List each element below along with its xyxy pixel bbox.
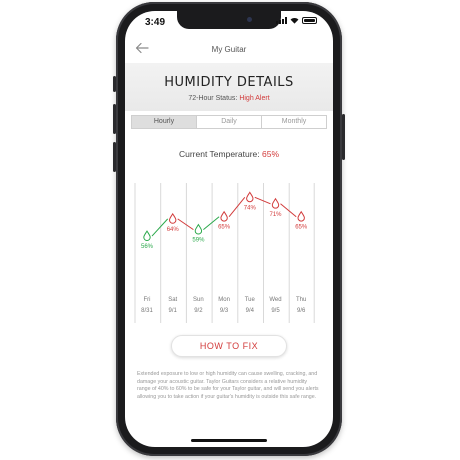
date-label: 9/2 [194, 308, 203, 314]
water-drop-icon [143, 230, 151, 241]
phone-frame: 3:49 My Guitar HUMIDITY DETAILS 72-Hour … [113, 2, 345, 456]
day-label: Thu [296, 297, 306, 303]
water-drop-icon [246, 191, 254, 203]
mute-switch [113, 76, 116, 92]
volume-down-button [113, 142, 116, 172]
day-label: Sat [168, 297, 177, 303]
home-indicator[interactable] [191, 439, 267, 442]
wifi-icon [290, 18, 299, 24]
water-drop-icon [297, 210, 305, 222]
tab-hourly[interactable]: Hourly [132, 116, 197, 128]
status-value: High Alert [239, 95, 270, 102]
day-label: Sun [193, 297, 204, 303]
data-label: 56% [141, 244, 154, 250]
data-label: 65% [295, 225, 308, 231]
status-label: 72-Hour Status: [188, 95, 238, 102]
page-title: HUMIDITY DETAILS [164, 75, 294, 90]
power-button [342, 114, 345, 160]
water-drop-icon [220, 210, 228, 222]
screen: 3:49 My Guitar HUMIDITY DETAILS 72-Hour … [125, 11, 333, 447]
period-tabs: Hourly Daily Monthly [131, 115, 327, 129]
series-segment [151, 218, 169, 237]
series-segment [177, 218, 194, 231]
data-label: 74% [244, 205, 257, 211]
date-label: 9/5 [271, 308, 280, 314]
water-drop-icon [271, 197, 280, 209]
date-label: 9/1 [169, 308, 178, 314]
water-drop-icon [168, 212, 177, 224]
description-text: Extended exposure to low or high humidit… [137, 371, 319, 400]
water-drop-icon [194, 223, 203, 235]
series-segment [228, 197, 246, 218]
current-temperature: Current Temperature: 65% [125, 149, 333, 159]
data-label: 71% [269, 212, 282, 218]
day-label: Fri [144, 297, 151, 303]
date-label: 9/3 [220, 308, 229, 314]
day-label: Tue [245, 297, 256, 303]
data-label: 65% [218, 225, 231, 231]
battery-icon [302, 17, 317, 24]
volume-up-button [113, 104, 116, 134]
day-label: Mon [218, 297, 230, 303]
tab-monthly[interactable]: Monthly [262, 116, 326, 128]
nav-title: My Guitar [211, 45, 247, 54]
current-temperature-value: 65% [262, 149, 280, 159]
date-label: 9/6 [297, 308, 306, 314]
data-label: 59% [192, 238, 205, 244]
date-label: 8/31 [141, 308, 153, 314]
status-icons [276, 17, 317, 24]
data-label: 64% [167, 227, 180, 233]
current-temperature-label: Current Temperature: [178, 149, 260, 159]
page-header: HUMIDITY DETAILS 72-Hour Status: High Al… [125, 63, 333, 111]
status-line: 72-Hour Status: High Alert [125, 95, 333, 102]
series-segment [280, 203, 297, 218]
date-label: 9/4 [246, 308, 255, 314]
series-segment [203, 216, 220, 231]
nav-bar: My Guitar [125, 37, 333, 61]
how-to-fix-button[interactable]: HOW TO FIX [171, 335, 287, 357]
status-time: 3:49 [145, 17, 166, 28]
day-label: Wed [269, 297, 281, 303]
front-camera [247, 17, 252, 22]
series-segment [254, 196, 271, 205]
humidity-chart: 56% Fri 8/31 64% Sat 9/1 59% Sun 9/2 65% Mon 9/3 74%… [134, 183, 315, 323]
tab-daily[interactable]: Daily [197, 116, 262, 128]
signal-icon [276, 17, 287, 24]
notch [177, 11, 281, 29]
